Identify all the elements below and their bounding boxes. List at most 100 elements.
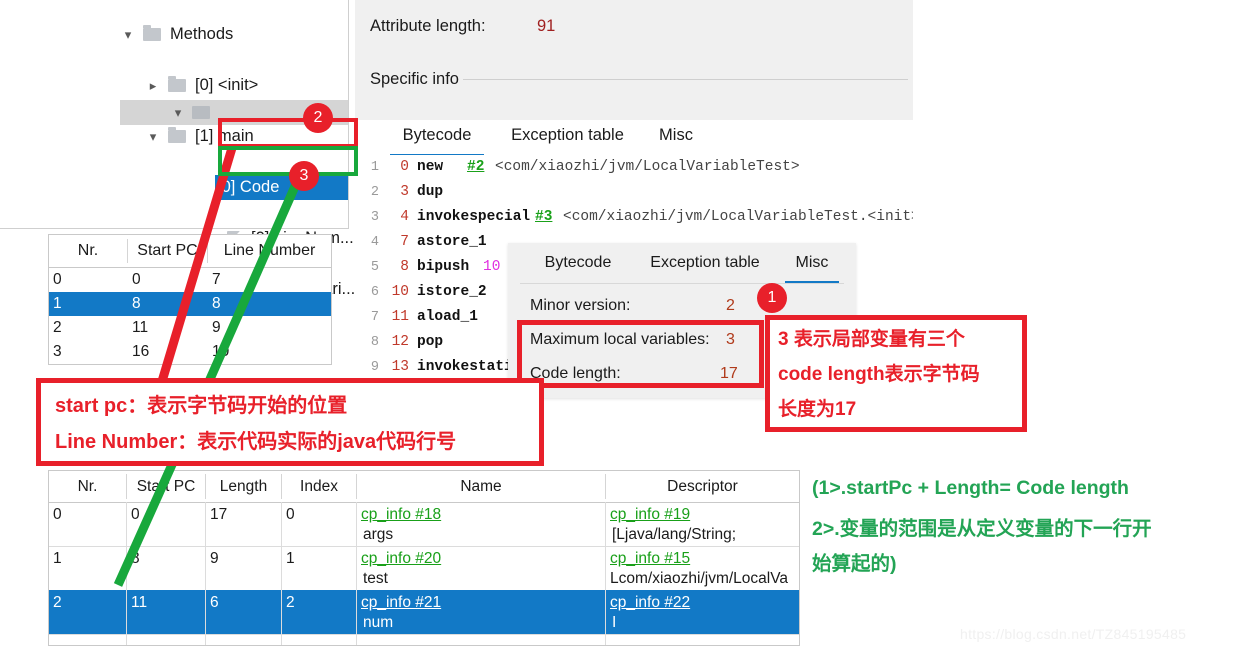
bytecode-offset: 4 — [400, 209, 409, 225]
tree-item-methods[interactable]: ▾ Methods — [0, 22, 348, 47]
misc-tab-bytecode[interactable]: Bytecode — [532, 249, 624, 281]
red-annotation-box-left: start pc：表示字节码开始的位置 Line Number：表示代码实际的j… — [36, 378, 544, 466]
bytecode-line[interactable]: 1 0 new #2 <com/xiaozhi/jvm/LocalVariabl… — [355, 155, 913, 180]
tree-item-init[interactable]: ▸ [0] <init> — [0, 73, 348, 98]
cell-name-value: args — [363, 526, 394, 543]
cell-descriptor-cp-ref[interactable]: cp_info #15 — [610, 550, 690, 568]
cell-name-value: test — [363, 570, 388, 587]
cell-length: 17 — [210, 506, 228, 523]
bytecode-offset: 12 — [391, 334, 409, 350]
column-divider — [205, 502, 206, 645]
bytecode-opcode: istore_2 — [417, 284, 487, 300]
cell-descriptor-cp-ref[interactable]: cp_info #22 — [610, 594, 690, 612]
folder-icon — [143, 25, 161, 41]
annotation-text-startpc: start pc：表示字节码开始的位置 — [55, 395, 348, 417]
bytecode-cp-ref[interactable]: #3 — [535, 205, 552, 230]
column-header-nr[interactable]: Nr. — [49, 235, 127, 267]
cell-name-cp-ref[interactable]: cp_info #21 — [361, 594, 441, 612]
minor-version-label: Minor version: — [530, 297, 631, 314]
bytecode-opcode: aload_1 — [417, 309, 478, 325]
specific-info-divider — [463, 79, 908, 80]
tab-bytecode[interactable]: Bytecode — [390, 120, 484, 157]
column-header-index[interactable]: Index — [282, 471, 356, 502]
chevron-right-icon[interactable]: ▸ — [145, 73, 161, 98]
bytecode-offset: 8 — [400, 259, 409, 275]
line-number-table[interactable]: Nr. Start PC Line Number 0 0 7 1 8 8 2 1… — [48, 234, 332, 365]
red-highlight-box-misc-values — [517, 320, 764, 388]
column-header-line-number[interactable]: Line Number — [208, 235, 331, 267]
column-header-length[interactable]: Length — [206, 471, 281, 502]
table-row[interactable]: 0 0 7 — [49, 268, 331, 292]
bytecode-cp-ref[interactable]: #2 — [467, 155, 484, 180]
table-row[interactable]: 3 16 10 — [49, 340, 331, 364]
tab-exception-table[interactable]: Exception table — [495, 120, 640, 154]
bytecode-offset: 7 — [400, 234, 409, 250]
tab-label: Misc — [659, 126, 693, 144]
step-badge-3: 3 — [289, 161, 319, 191]
misc-tab-exception-table[interactable]: Exception table — [633, 249, 777, 281]
chevron-down-icon[interactable]: ▾ — [145, 124, 161, 149]
bytecode-opcode: dup — [417, 184, 444, 200]
tab-label: Misc — [795, 254, 829, 271]
table-row[interactable]: 2 11 6 2 cp_info #21 num cp_info #22 I — [49, 590, 799, 635]
cell-index: 2 — [286, 594, 295, 611]
annotation-green-line1: (1>.startPc + Length= Code length — [812, 477, 1129, 499]
local-variable-table-header: Nr. Start PC Length Index Name Descripto… — [49, 471, 799, 503]
chevron-down-icon[interactable]: ▾ — [120, 22, 136, 47]
tab-label: Exception table — [650, 254, 760, 271]
cell-nr: 2 — [53, 594, 62, 611]
cell-nr: 3 — [53, 343, 62, 360]
tab-label: Bytecode — [544, 254, 612, 271]
step-badge-1: 1 — [757, 283, 787, 313]
bytecode-line-number: 6 — [370, 285, 379, 300]
annotation-text-codelength-value: 长度为17 — [778, 399, 857, 420]
cell-nr: 0 — [53, 506, 62, 523]
cell-start-pc: 8 — [132, 295, 141, 312]
attribute-length-value: 91 — [537, 17, 556, 35]
cell-descriptor-value: I — [612, 614, 617, 631]
cell-name-cp-ref[interactable]: cp_info #18 — [361, 506, 441, 524]
cell-line-number: 10 — [212, 343, 230, 360]
attribute-length-label: Attribute length: — [370, 17, 486, 35]
table-row[interactable]: 0 0 17 0 cp_info #18 args cp_info #19 [L… — [49, 502, 799, 547]
table-row[interactable]: 1 8 9 1 cp_info #20 test cp_info #15 Lco… — [49, 546, 799, 591]
table-row[interactable]: 1 8 8 — [49, 292, 331, 316]
cell-descriptor-value: Lcom/xiaozhi/jvm/LocalVa — [610, 570, 789, 587]
local-variable-table[interactable]: Nr. Start PC Length Index Name Descripto… — [48, 470, 800, 646]
cell-index: 1 — [286, 550, 295, 567]
cell-length: 9 — [210, 550, 219, 567]
misc-tab-misc[interactable]: Misc — [785, 249, 839, 284]
folder-icon — [192, 106, 210, 119]
bytecode-line[interactable]: 2 3 dup — [355, 180, 913, 205]
watermark: https://blog.csdn.net/TZ845195485 — [960, 626, 1187, 642]
column-header-start-pc[interactable]: Start PC — [127, 471, 205, 502]
bytecode-line-number: 4 — [370, 235, 379, 250]
red-highlight-box-linenumbertable — [218, 118, 358, 148]
chevron-down-icon[interactable]: ▾ — [170, 100, 186, 125]
column-header-nr[interactable]: Nr. — [49, 471, 126, 502]
column-header-descriptor[interactable]: Descriptor — [606, 471, 799, 502]
step-badge-2: 2 — [303, 103, 333, 133]
cell-nr: 0 — [53, 271, 62, 288]
cell-start-pc: 11 — [131, 594, 148, 611]
line-number-table-header: Nr. Start PC Line Number — [49, 235, 331, 268]
cell-start-pc: 16 — [132, 343, 150, 360]
table-row[interactable]: 2 11 9 — [49, 316, 331, 340]
tree-item-code[interactable]: [0] Code — [215, 175, 348, 200]
bytecode-line-number: 5 — [370, 260, 379, 275]
bytecode-opcode: bipush — [417, 259, 470, 275]
cell-nr: 1 — [53, 295, 62, 312]
class-structure-tree-panel: ▾ Methods ▸ [0] <init> ▾ [1] main [0] Co… — [0, 0, 355, 398]
tab-misc[interactable]: Misc — [648, 120, 704, 154]
cell-name-cp-ref[interactable]: cp_info #20 — [361, 550, 441, 568]
tree-item-label: [0] Code — [217, 178, 280, 196]
column-header-start-pc[interactable]: Start PC — [128, 235, 207, 267]
bytecode-line-number: 7 — [370, 310, 379, 325]
bytecode-offset: 3 — [400, 184, 409, 200]
bytecode-line[interactable]: 3 4 invokespecial #3 <com/xiaozhi/jvm/Lo… — [355, 205, 913, 230]
cell-descriptor-cp-ref[interactable]: cp_info #19 — [610, 506, 690, 524]
column-header-name[interactable]: Name — [357, 471, 605, 502]
bytecode-opcode: pop — [417, 334, 444, 350]
cell-name-value: num — [363, 614, 394, 631]
green-highlight-box-localvariabletable — [218, 146, 358, 176]
